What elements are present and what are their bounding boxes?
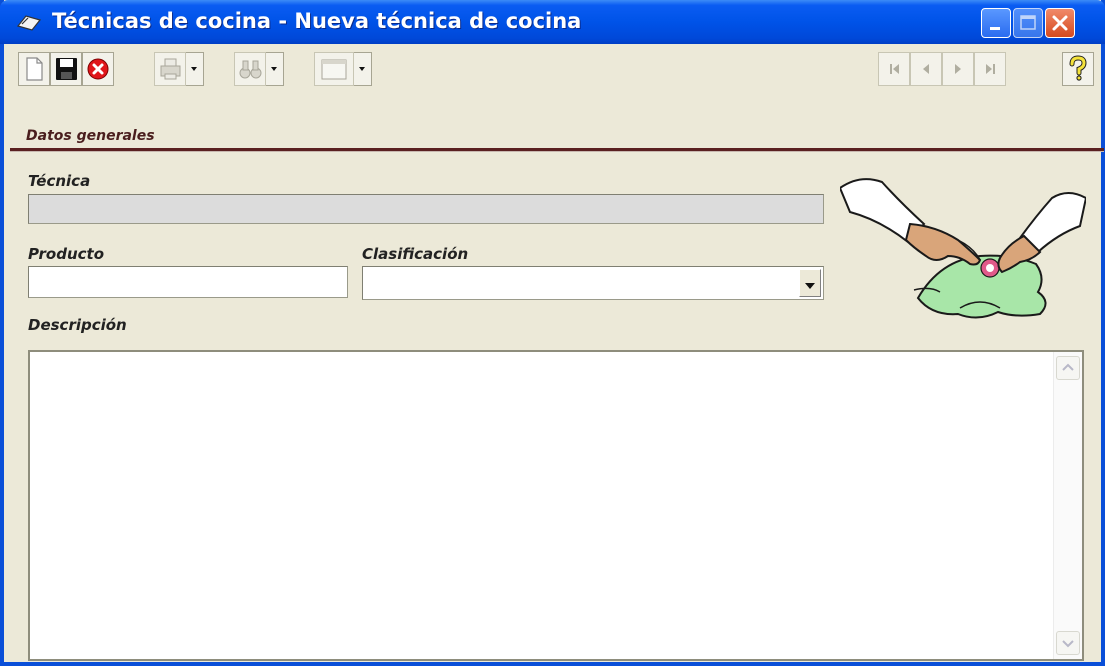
maximize-button[interactable] [1013, 8, 1043, 38]
print-icon [160, 58, 181, 80]
minimize-button[interactable] [981, 8, 1011, 38]
find-icon [239, 60, 262, 79]
close-button[interactable] [1045, 8, 1075, 38]
scroll-down-button[interactable] [1056, 631, 1080, 655]
view-button[interactable] [314, 52, 354, 86]
close-icon [1052, 15, 1068, 31]
first-record-button[interactable] [878, 52, 910, 86]
chevron-down-icon [1062, 640, 1074, 648]
folding-napkin-illustration [840, 178, 1086, 319]
print-button[interactable] [154, 52, 186, 86]
chevron-down-icon [359, 67, 365, 71]
tecnica-label: Técnica [28, 172, 91, 190]
previous-record-button[interactable] [910, 52, 942, 86]
view-icon [321, 59, 347, 80]
producto-field[interactable] [28, 266, 348, 298]
last-record-icon [986, 64, 995, 74]
find-dropdown-button[interactable] [266, 52, 284, 86]
next-record-button[interactable] [942, 52, 974, 86]
chevron-down-icon [805, 283, 815, 289]
save-button[interactable] [50, 52, 82, 86]
scroll-up-button[interactable] [1056, 356, 1080, 380]
app-window: Técnicas de cocina - Nueva técnica de co… [0, 0, 1105, 666]
clasificacion-label: Clasificación [362, 245, 469, 263]
next-record-icon [955, 64, 961, 74]
minimize-icon [990, 27, 1000, 30]
toolbar [18, 52, 1098, 88]
title-bar[interactable]: Técnicas de cocina - Nueva técnica de co… [0, 0, 1105, 44]
descripcion-label: Descripción [28, 316, 127, 334]
section-title: Datos generales [26, 128, 155, 144]
last-record-button[interactable] [974, 52, 1006, 86]
producto-label: Producto [28, 245, 105, 263]
tecnica-field[interactable] [28, 194, 824, 224]
cancel-icon [87, 58, 109, 80]
first-record-icon [890, 64, 899, 74]
save-icon [56, 58, 77, 80]
find-button[interactable] [234, 52, 266, 86]
clasificacion-select[interactable] [362, 266, 824, 300]
vertical-scrollbar[interactable] [1053, 352, 1082, 659]
maximize-icon [1020, 15, 1036, 30]
descripcion-textarea[interactable] [28, 350, 1084, 661]
help-button[interactable] [1062, 52, 1094, 86]
new-document-icon [26, 57, 43, 81]
clasificacion-dropdown-button[interactable] [799, 269, 821, 297]
section-divider [10, 148, 1104, 152]
chevron-down-icon [191, 67, 197, 71]
new-button[interactable] [18, 52, 50, 86]
app-icon [16, 15, 42, 31]
help-icon [1069, 55, 1087, 81]
print-dropdown-button[interactable] [186, 52, 204, 86]
chevron-up-icon [1062, 363, 1074, 371]
previous-record-icon [923, 64, 929, 74]
cancel-button[interactable] [82, 52, 114, 86]
view-dropdown-button[interactable] [354, 52, 372, 86]
chevron-down-icon [271, 67, 277, 71]
window-title: Técnicas de cocina - Nueva técnica de co… [52, 9, 582, 33]
